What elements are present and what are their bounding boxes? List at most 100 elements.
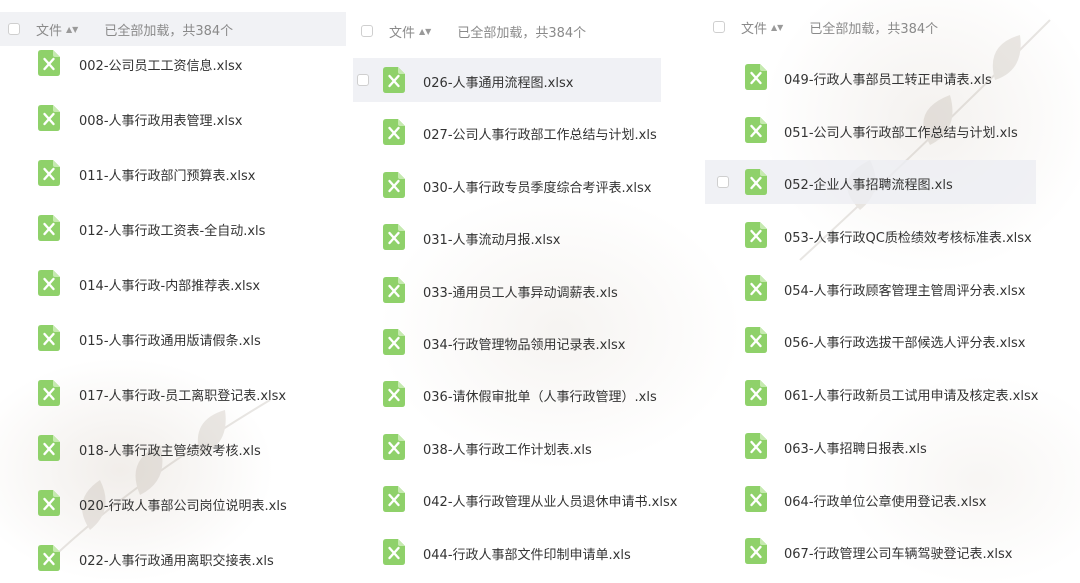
excel-file-icon xyxy=(745,538,767,564)
file-name[interactable]: 011-人事行政部门预算表.xlsx xyxy=(79,165,255,184)
excel-file-icon xyxy=(745,222,767,248)
file-row[interactable]: 053-人事行政QC质检绩效考核标准表.xlsx xyxy=(705,213,1036,257)
load-status-text: 已全部加载，共384个 xyxy=(457,25,587,41)
file-row[interactable]: 054-人事行政顾客管理主管周评分表.xlsx xyxy=(705,266,1036,310)
excel-file-icon xyxy=(38,435,60,461)
file-name[interactable]: 042-人事行政管理从业人员退休申请书.xlsx xyxy=(423,491,677,510)
file-row[interactable]: 020-行政人事部公司岗位说明表.xls xyxy=(0,481,346,525)
row-checkbox[interactable] xyxy=(717,176,729,188)
file-row[interactable]: 056-人事行政选拔干部候选人评分表.xlsx xyxy=(705,318,1036,362)
file-row[interactable]: 034-行政管理物品领用记录表.xlsx xyxy=(353,320,661,364)
file-row[interactable]: 027-公司人事行政部工作总结与计划.xls xyxy=(353,110,661,154)
file-list-header: 文件 ▲▼ 已全部加载，共384个 xyxy=(705,10,1036,44)
file-name[interactable]: 044-行政人事部文件印制申请单.xls xyxy=(423,544,631,563)
file-row[interactable]: 018-人事行政主管绩效考核.xls xyxy=(0,426,346,470)
excel-file-icon xyxy=(38,215,60,241)
file-row[interactable]: 064-行政单位公章使用登记表.xlsx xyxy=(705,477,1036,521)
excel-file-icon xyxy=(745,64,767,90)
file-row[interactable]: 026-人事通用流程图.xlsx xyxy=(353,58,661,102)
file-row[interactable]: 017-人事行政-员工离职登记表.xlsx xyxy=(0,371,346,415)
excel-file-icon xyxy=(745,433,767,459)
file-row[interactable]: 038-人事行政工作计划表.xls xyxy=(353,425,661,469)
excel-file-icon xyxy=(38,105,60,131)
file-row[interactable]: 031-人事流动月报.xlsx xyxy=(353,215,661,259)
file-name[interactable]: 012-人事行政工资表-全自动.xls xyxy=(79,220,265,239)
file-name[interactable]: 054-人事行政顾客管理主管周评分表.xlsx xyxy=(784,280,1025,299)
file-name[interactable]: 027-公司人事行政部工作总结与计划.xls xyxy=(423,124,657,143)
file-row[interactable]: 014-人事行政-内部推荐表.xlsx xyxy=(0,261,346,305)
excel-file-icon xyxy=(745,327,767,353)
file-name[interactable]: 017-人事行政-员工离职登记表.xlsx xyxy=(79,385,286,404)
file-column-label[interactable]: 文件 xyxy=(389,22,415,41)
file-name[interactable]: 015-人事行政通用版请假条.xls xyxy=(79,330,261,349)
select-all-checkbox[interactable] xyxy=(361,25,373,37)
file-name[interactable]: 064-行政单位公章使用登记表.xlsx xyxy=(784,491,986,510)
sort-icon[interactable]: ▲▼ xyxy=(419,27,431,36)
file-list-panel: 文件 ▲▼ 已全部加载，共384个 049-行政人事部员工转正申请表.xls 051-公… xyxy=(705,0,1038,583)
file-row[interactable]: 049-行政人事部员工转正申请表.xls xyxy=(705,55,1036,99)
excel-file-icon xyxy=(38,160,60,186)
file-row[interactable]: 012-人事行政工资表-全自动.xls xyxy=(0,206,346,250)
load-status-text: 已全部加载，共384个 xyxy=(809,21,939,37)
excel-file-icon xyxy=(38,270,60,296)
file-name[interactable]: 033-通用员工人事异动调薪表.xls xyxy=(423,282,618,301)
file-name[interactable]: 063-人事招聘日报表.xls xyxy=(784,438,927,457)
load-status-text: 已全部加载，共384个 xyxy=(104,23,234,39)
file-name[interactable]: 067-行政管理公司车辆驾驶登记表.xlsx xyxy=(784,543,1012,562)
file-list-panel: 文件 ▲▼ 已全部加载，共384个 026-人事通用流程图.xlsx 027-公司人事行… xyxy=(353,0,677,583)
file-name[interactable]: 052-企业人事招聘流程图.xls xyxy=(784,174,953,193)
file-name[interactable]: 022-人事行政通用离职交接表.xls xyxy=(79,550,274,569)
file-name[interactable]: 002-公司员工工资信息.xlsx xyxy=(79,55,242,74)
file-name[interactable]: 030-人事行政专员季度综合考评表.xlsx xyxy=(423,177,651,196)
excel-file-icon xyxy=(745,169,767,195)
file-name[interactable]: 034-行政管理物品领用记录表.xlsx xyxy=(423,334,625,353)
excel-file-icon xyxy=(383,67,405,93)
excel-file-icon xyxy=(383,486,405,512)
file-row[interactable]: 067-行政管理公司车辆驾驶登记表.xlsx xyxy=(705,529,1036,573)
excel-file-icon xyxy=(745,117,767,143)
file-list-panel: 文件 ▲▼ 已全部加载，共384个 002-公司员工工资信息.xlsx 008-人事行政… xyxy=(0,0,346,583)
file-row[interactable]: 052-企业人事招聘流程图.xls xyxy=(705,160,1036,204)
file-name[interactable]: 036-请休假审批单（人事行政管理）.xls xyxy=(423,386,657,405)
sort-icon[interactable]: ▲▼ xyxy=(771,23,783,32)
file-name[interactable]: 031-人事流动月报.xlsx xyxy=(423,229,560,248)
file-name[interactable]: 038-人事行政工作计划表.xls xyxy=(423,439,592,458)
excel-file-icon xyxy=(383,381,405,407)
file-row[interactable]: 030-人事行政专员季度综合考评表.xlsx xyxy=(353,163,661,207)
select-all-checkbox[interactable] xyxy=(8,23,20,35)
select-all-checkbox[interactable] xyxy=(713,21,725,33)
file-column-label[interactable]: 文件 xyxy=(36,20,62,39)
file-row[interactable]: 061-人事行政新员工试用申请及核定表.xlsx xyxy=(705,371,1038,415)
file-column-label[interactable]: 文件 xyxy=(741,18,767,37)
excel-file-icon xyxy=(745,275,767,301)
file-row[interactable]: 036-请休假审批单（人事行政管理）.xls xyxy=(353,372,661,416)
file-name[interactable]: 026-人事通用流程图.xlsx xyxy=(423,72,573,91)
file-name[interactable]: 061-人事行政新员工试用申请及核定表.xlsx xyxy=(784,385,1038,404)
file-name[interactable]: 018-人事行政主管绩效考核.xls xyxy=(79,440,261,459)
file-name[interactable]: 014-人事行政-内部推荐表.xlsx xyxy=(79,275,260,294)
excel-file-icon xyxy=(383,277,405,303)
sort-icon[interactable]: ▲▼ xyxy=(66,25,78,34)
file-row[interactable]: 022-人事行政通用离职交接表.xls xyxy=(0,536,346,580)
file-row[interactable]: 002-公司员工工资信息.xlsx xyxy=(0,41,346,85)
file-row[interactable]: 015-人事行政通用版请假条.xls xyxy=(0,316,346,360)
file-row[interactable]: 042-人事行政管理从业人员退休申请书.xlsx xyxy=(353,477,677,521)
excel-file-icon xyxy=(383,172,405,198)
row-checkbox[interactable] xyxy=(357,74,369,86)
file-name[interactable]: 049-行政人事部员工转正申请表.xls xyxy=(784,69,992,88)
excel-file-icon xyxy=(38,50,60,76)
excel-file-icon xyxy=(745,486,767,512)
file-row[interactable]: 011-人事行政部门预算表.xlsx xyxy=(0,151,346,195)
file-name[interactable]: 020-行政人事部公司岗位说明表.xls xyxy=(79,495,287,514)
file-name[interactable]: 008-人事行政用表管理.xlsx xyxy=(79,110,242,129)
file-name[interactable]: 053-人事行政QC质检绩效考核标准表.xlsx xyxy=(784,227,1032,246)
file-row[interactable]: 008-人事行政用表管理.xlsx xyxy=(0,96,346,140)
file-name[interactable]: 056-人事行政选拔干部候选人评分表.xlsx xyxy=(784,332,1025,351)
file-name[interactable]: 051-公司人事行政部工作总结与计划.xls xyxy=(784,122,1018,141)
excel-file-icon xyxy=(38,325,60,351)
file-row[interactable]: 063-人事招聘日报表.xls xyxy=(705,424,1036,468)
file-row[interactable]: 051-公司人事行政部工作总结与计划.xls xyxy=(705,108,1036,152)
excel-file-icon xyxy=(383,119,405,145)
file-row[interactable]: 033-通用员工人事异动调薪表.xls xyxy=(353,268,661,312)
file-row[interactable]: 044-行政人事部文件印制申请单.xls xyxy=(353,530,661,574)
